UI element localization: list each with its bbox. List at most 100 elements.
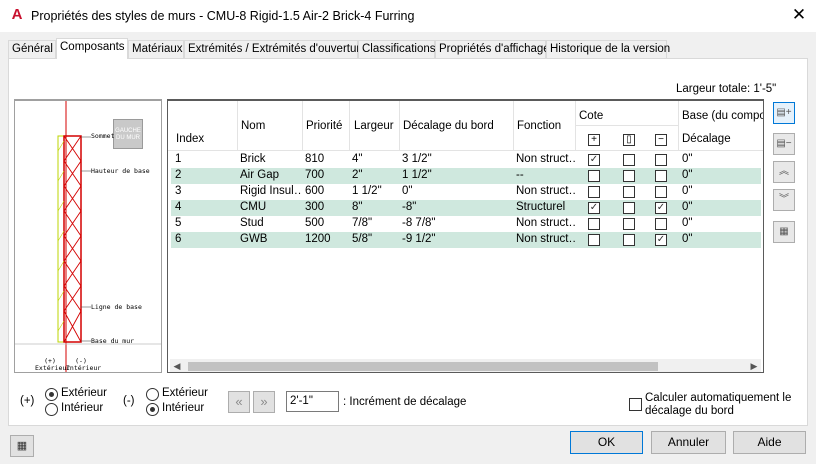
row-fonction[interactable]: Non struct…	[516, 153, 576, 165]
plus-interieur-radio[interactable]	[45, 403, 58, 416]
row-index[interactable]: 6	[175, 233, 235, 245]
row-decalage[interactable]: -8 7/8"	[402, 217, 512, 229]
row-decalage[interactable]: -9 1/2"	[402, 233, 512, 245]
row-largeur[interactable]: 8"	[352, 201, 400, 213]
scroll-thumb[interactable]	[188, 362, 658, 371]
row-nom[interactable]: CMU	[240, 201, 302, 213]
tab-general[interactable]: Général	[8, 40, 56, 58]
row-index[interactable]: 1	[175, 153, 235, 165]
row-nom[interactable]: Rigid Insul…	[240, 185, 302, 197]
minus-interieur-radio[interactable]	[146, 403, 159, 416]
annuler-button[interactable]: Annuler	[651, 431, 726, 454]
cote-interior-icon[interactable]: −	[655, 134, 667, 146]
close-icon[interactable]: ✕	[786, 3, 812, 27]
row-index[interactable]: 3	[175, 185, 235, 197]
cote-interior-checkbox[interactable]	[655, 154, 667, 166]
increment-input[interactable]: 2'-1"	[286, 391, 339, 412]
cote-center-checkbox[interactable]	[623, 170, 635, 182]
tab-classifications[interactable]: Classifications	[358, 40, 436, 58]
row-nom[interactable]: Brick	[240, 153, 302, 165]
horizontal-scrollbar[interactable]: ◀ ▶	[170, 359, 761, 372]
row-nom[interactable]: Stud	[240, 217, 302, 229]
cote-exterior-checkbox[interactable]	[588, 186, 600, 198]
cote-center-checkbox[interactable]	[623, 186, 635, 198]
table-row[interactable]: 6 GWB 1200 5/8" -9 1/2" Non struct… 0" ✓	[171, 232, 761, 248]
cote-center-checkbox[interactable]	[623, 218, 635, 230]
row-priorite[interactable]: 700	[305, 169, 349, 181]
add-component-button[interactable]: ▤+	[773, 102, 795, 124]
header-nom[interactable]: Nom	[241, 120, 265, 132]
cote-exterior-icon[interactable]: +	[588, 134, 600, 146]
row-decalage[interactable]: -8"	[402, 201, 512, 213]
row-fonction[interactable]: Non struct…	[516, 233, 576, 245]
cote-center-checkbox[interactable]	[623, 202, 635, 214]
row-nom[interactable]: Air Gap	[240, 169, 302, 181]
row-fonction[interactable]: --	[516, 169, 576, 181]
row-index[interactable]: 2	[175, 169, 235, 181]
row-decalage[interactable]: 1 1/2"	[402, 169, 512, 181]
row-base[interactable]: 0"	[682, 153, 752, 165]
row-priorite[interactable]: 300	[305, 201, 349, 213]
row-largeur[interactable]: 1 1/2"	[352, 185, 400, 197]
header-fonction[interactable]: Fonction	[517, 120, 561, 132]
header-decalage-bord[interactable]: Décalage du bord	[403, 120, 494, 132]
row-priorite[interactable]: 1200	[305, 233, 349, 245]
aide-button[interactable]: Aide	[733, 431, 806, 454]
row-base[interactable]: 0"	[682, 217, 752, 229]
row-decalage[interactable]: 0"	[402, 185, 512, 197]
component-details-button[interactable]: ▦	[773, 221, 795, 243]
tab-composants[interactable]: Composants	[56, 38, 128, 59]
row-base[interactable]: 0"	[682, 169, 752, 181]
row-decalage[interactable]: 3 1/2"	[402, 153, 512, 165]
table-row[interactable]: 1 Brick 810 4" 3 1/2" Non struct… 0" ✓	[171, 152, 761, 168]
row-largeur[interactable]: 2"	[352, 169, 400, 181]
row-largeur[interactable]: 5/8"	[352, 233, 400, 245]
tab-materiaux[interactable]: Matériaux	[128, 40, 184, 58]
increment-offset-button[interactable]: »	[253, 391, 275, 413]
header-cote[interactable]: Cote	[579, 110, 603, 122]
remove-component-button[interactable]: ▤−	[773, 133, 795, 155]
row-largeur[interactable]: 7/8"	[352, 217, 400, 229]
header-largeur[interactable]: Largeur	[354, 120, 394, 132]
tab-extremites[interactable]: Extrémités / Extrémités d'ouverture	[184, 40, 367, 58]
cote-interior-checkbox[interactable]: ✓	[655, 234, 667, 246]
cote-center-icon[interactable]: ▯	[623, 134, 635, 146]
plus-exterieur-radio[interactable]	[45, 388, 58, 401]
style-browser-icon[interactable]: ▦	[10, 435, 34, 457]
cote-exterior-checkbox[interactable]	[588, 170, 600, 182]
move-down-button[interactable]: ︾	[773, 189, 795, 211]
header-base[interactable]: Base (du compo	[682, 110, 763, 122]
table-row[interactable]: 5 Stud 500 7/8" -8 7/8" Non struct… 0"	[171, 216, 761, 232]
row-base[interactable]: 0"	[682, 201, 752, 213]
cote-exterior-checkbox[interactable]: ✓	[588, 202, 600, 214]
header-index[interactable]: Index	[176, 133, 204, 145]
row-priorite[interactable]: 600	[305, 185, 349, 197]
cote-interior-checkbox[interactable]	[655, 170, 667, 182]
move-up-button[interactable]: ︽	[773, 161, 795, 183]
table-row[interactable]: 2 Air Gap 700 2" 1 1/2" -- 0"	[171, 168, 761, 184]
row-base[interactable]: 0"	[682, 185, 752, 197]
row-index[interactable]: 5	[175, 217, 235, 229]
row-priorite[interactable]: 500	[305, 217, 349, 229]
row-nom[interactable]: GWB	[240, 233, 302, 245]
cote-center-checkbox[interactable]	[623, 234, 635, 246]
header-base-decalage[interactable]: Décalage	[682, 133, 731, 145]
gauche-du-mur-button[interactable]: GAUCHE DU MUR	[113, 119, 143, 149]
header-priorite[interactable]: Priorité	[306, 120, 342, 132]
ok-button[interactable]: OK	[570, 431, 643, 454]
cote-exterior-checkbox[interactable]	[588, 234, 600, 246]
cote-center-checkbox[interactable]	[623, 154, 635, 166]
decrement-offset-button[interactable]: «	[228, 391, 250, 413]
cote-interior-checkbox[interactable]	[655, 186, 667, 198]
row-index[interactable]: 4	[175, 201, 235, 213]
cote-interior-checkbox[interactable]: ✓	[655, 202, 667, 214]
auto-calc-checkbox[interactable]	[629, 398, 642, 411]
row-base[interactable]: 0"	[682, 233, 752, 245]
tab-historique[interactable]: Historique de la version	[546, 40, 670, 58]
row-largeur[interactable]: 4"	[352, 153, 400, 165]
minus-exterieur-radio[interactable]	[146, 388, 159, 401]
cote-exterior-checkbox[interactable]	[588, 218, 600, 230]
row-priorite[interactable]: 810	[305, 153, 349, 165]
tab-proprietes-affichage[interactable]: Propriétés d'affichage	[435, 40, 550, 58]
scroll-left-icon[interactable]: ◀	[170, 359, 184, 372]
